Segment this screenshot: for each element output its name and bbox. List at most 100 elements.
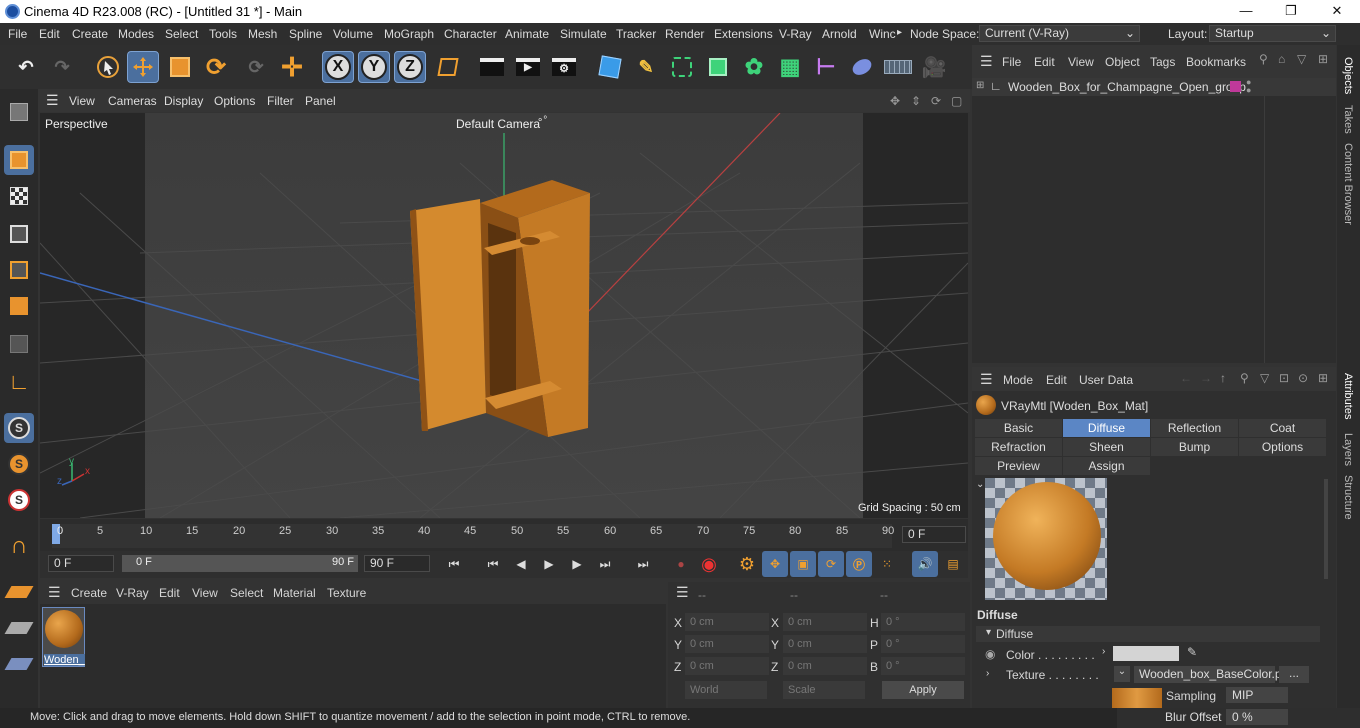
hamburger-icon[interactable]: ☰ xyxy=(980,53,993,70)
key-scale-icon[interactable]: ▣ xyxy=(790,551,816,577)
locked-workplane-icon[interactable] xyxy=(4,613,34,643)
rot-h-field[interactable]: 0 ° xyxy=(881,613,965,631)
expand-icon[interactable]: › xyxy=(986,668,989,679)
visibility-dots-icon[interactable]: ● ● xyxy=(1246,78,1251,95)
camera-link-icon[interactable]: ∘° xyxy=(537,115,547,126)
menu-render[interactable]: Render xyxy=(665,27,704,41)
move-tool-icon[interactable] xyxy=(127,51,159,83)
play-icon[interactable]: ▶ xyxy=(536,551,562,577)
menu-spline[interactable]: Spline xyxy=(289,27,322,41)
transform-tool-icon[interactable]: ✛ xyxy=(276,51,308,83)
subsection-header[interactable]: ▾ Diffuse xyxy=(976,626,1320,642)
apply-button[interactable]: Apply xyxy=(882,681,964,699)
maximize-button[interactable]: ❐ xyxy=(1268,0,1314,23)
objects-menu-file[interactable]: File xyxy=(1002,55,1021,69)
coordinate-system-icon[interactable] xyxy=(432,51,464,83)
viewport-menu-cameras[interactable]: Cameras xyxy=(108,94,157,108)
menu-arnold[interactable]: Arnold xyxy=(822,27,857,41)
uv-mode-icon[interactable] xyxy=(4,329,34,359)
3d-viewport[interactable]: Perspective Default Camera ∘° Grid Spaci… xyxy=(40,113,968,518)
tab-reflection[interactable]: Reflection xyxy=(1151,419,1238,437)
extrude-icon[interactable] xyxy=(702,51,734,83)
snap-icon[interactable]: S xyxy=(4,413,34,443)
maximize-view-icon[interactable]: ▢ xyxy=(951,94,962,108)
collapse-preview-icon[interactable]: ⌄ xyxy=(976,479,984,490)
workplane-rotate-icon[interactable] xyxy=(4,649,34,679)
mograph-cubes-icon[interactable]: ▦ xyxy=(774,51,806,83)
side-tab-content-browser[interactable]: Content Browser xyxy=(1342,143,1354,225)
render-view-icon[interactable] xyxy=(476,51,508,83)
viewport-menu-display[interactable]: Display xyxy=(164,94,203,108)
menu-animate[interactable]: Animate xyxy=(505,27,549,41)
tab-preview-settings[interactable]: Preview Settings xyxy=(975,457,1062,491)
objects-menu-view[interactable]: View xyxy=(1068,55,1094,69)
material-thumbnail[interactable]: Woden_ xyxy=(42,607,85,667)
preview-scrollbar[interactable] xyxy=(1324,479,1328,579)
key-point-level-icon[interactable]: ⁙ xyxy=(874,551,900,577)
material-menu-material[interactable]: Material xyxy=(273,586,316,600)
snap-settings-icon[interactable]: S xyxy=(4,449,34,479)
hamburger-icon[interactable]: ☰ xyxy=(980,371,993,388)
menu-character[interactable]: Character xyxy=(444,27,497,41)
start-frame-field[interactable]: 0 F xyxy=(48,555,114,572)
side-tab-takes[interactable]: Takes xyxy=(1342,105,1354,134)
end-frame-field[interactable]: 90 F xyxy=(364,555,430,572)
expand-icon[interactable]: ⊞ xyxy=(976,80,984,91)
viewport-menu-filter[interactable]: Filter xyxy=(267,94,294,108)
coordinate-space-dropdown[interactable]: World xyxy=(685,681,767,699)
sampling-dropdown[interactable]: MIP xyxy=(1226,687,1288,703)
forward-arrow-icon[interactable]: → xyxy=(1200,371,1212,385)
tab-assign[interactable]: Assign xyxy=(1063,457,1150,475)
size-mode-dropdown[interactable]: Scale xyxy=(783,681,865,699)
color-swatch[interactable] xyxy=(1113,646,1179,661)
workplane-snap-icon[interactable]: S xyxy=(4,485,34,515)
axis-mode-icon[interactable]: ∟ xyxy=(4,367,34,397)
side-tab-layers[interactable]: Layers xyxy=(1342,433,1354,466)
menu-mesh[interactable]: Mesh xyxy=(248,27,277,41)
camera-icon[interactable]: 🎥 xyxy=(918,51,950,83)
workplane-icon[interactable] xyxy=(4,577,34,607)
layout-dropdown[interactable]: Startup ⌄ xyxy=(1209,25,1336,42)
objects-menu-edit[interactable]: Edit xyxy=(1034,55,1055,69)
deformer-icon[interactable]: ⊢ xyxy=(810,51,842,83)
live-selection-icon[interactable] xyxy=(92,51,124,83)
tab-refraction[interactable]: Refraction xyxy=(975,438,1062,456)
timeline-icon[interactable]: ▤ xyxy=(940,551,966,577)
polygon-mode-icon[interactable] xyxy=(4,291,34,321)
expand-icon[interactable]: › xyxy=(1102,646,1105,657)
search-icon[interactable]: ⚲ xyxy=(1240,371,1249,385)
objects-menu-bookmarks[interactable]: Bookmarks xyxy=(1186,55,1246,69)
rotate-tool-icon[interactable]: ⟳ xyxy=(200,51,232,83)
hamburger-icon[interactable]: ☰ xyxy=(48,584,61,601)
previous-key-icon[interactable]: ⏮ xyxy=(480,551,506,577)
filter-icon[interactable]: ▽ xyxy=(1297,52,1306,66)
collapse-icon[interactable]: ▾ xyxy=(986,627,991,638)
texture-thumbnail[interactable] xyxy=(1112,688,1162,708)
menu-tracker[interactable]: Tracker xyxy=(616,27,656,41)
point-mode-icon[interactable] xyxy=(4,219,34,249)
make-editable-icon[interactable] xyxy=(4,97,34,127)
new-window-icon[interactable]: ⊞ xyxy=(1318,371,1328,385)
object-name[interactable]: Wooden_Box_for_Champagne_Open_group xyxy=(1008,80,1246,94)
menu-extensions[interactable]: Extensions xyxy=(714,27,773,41)
x-axis-lock-button[interactable]: X xyxy=(322,51,354,83)
cube-primitive-icon[interactable] xyxy=(594,51,626,83)
pos-x-field[interactable]: 0 cm xyxy=(685,613,769,631)
field-icon[interactable] xyxy=(846,51,878,83)
attr-menu-mode[interactable]: Mode xyxy=(1003,373,1033,387)
menu-tools[interactable]: Tools xyxy=(209,27,237,41)
material-menu-edit[interactable]: Edit xyxy=(159,586,180,600)
preview-range-slider[interactable]: 0 F 90 F xyxy=(122,555,358,572)
cloner-icon[interactable]: ✿ xyxy=(738,51,770,83)
blur-offset-field[interactable]: 0 % xyxy=(1226,709,1288,725)
material-menu-create[interactable]: Create xyxy=(71,586,107,600)
eyedropper-icon[interactable]: ✎ xyxy=(1187,645,1197,659)
menu-mograph[interactable]: MoGraph xyxy=(384,27,434,41)
texture-mode-icon[interactable] xyxy=(4,181,34,211)
record-key-icon[interactable]: ● xyxy=(668,551,694,577)
material-menu-vray[interactable]: V-Ray xyxy=(116,586,149,600)
close-button[interactable]: ✕ xyxy=(1314,0,1360,23)
current-frame-field[interactable]: 0 F xyxy=(902,526,966,543)
menu-edit[interactable]: Edit xyxy=(39,27,60,41)
animate-dot-icon[interactable]: ◉ xyxy=(985,647,995,661)
